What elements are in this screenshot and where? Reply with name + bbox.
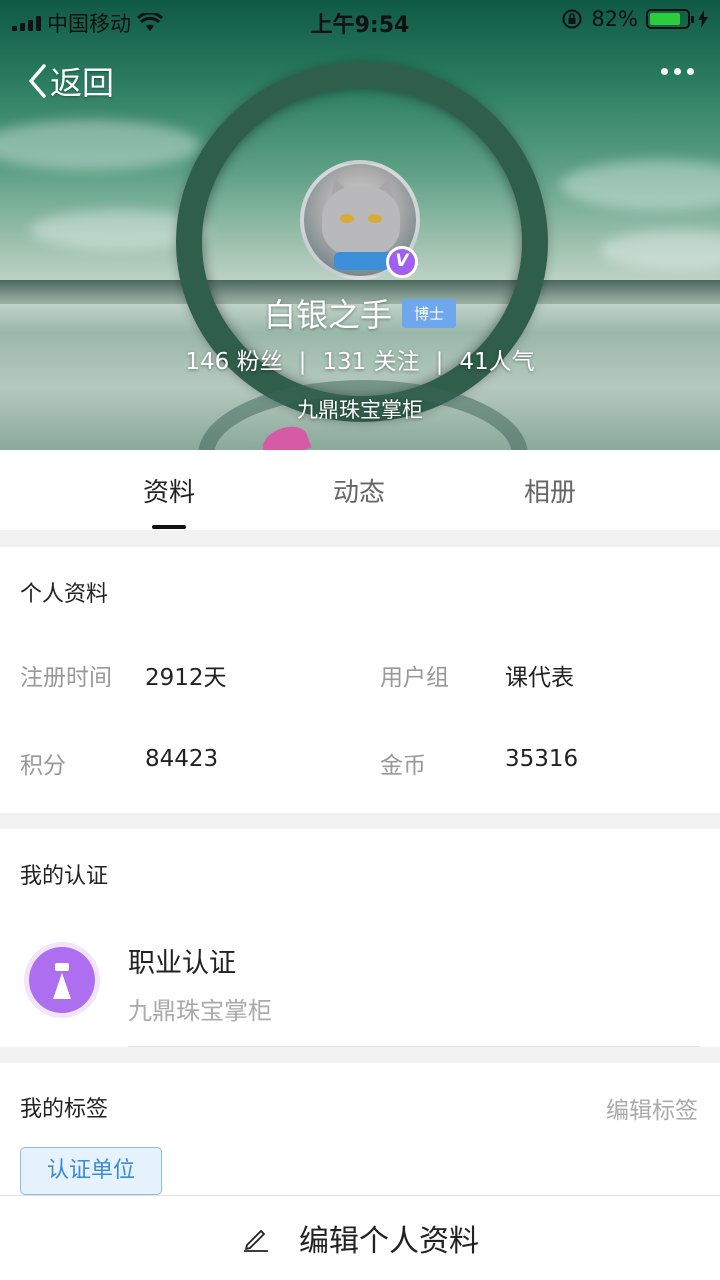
tab-profile[interactable]: 资料 — [119, 472, 219, 509]
pencil-icon — [244, 1230, 268, 1252]
field-value-register-time: 2912天 — [145, 665, 227, 691]
fans-count[interactable]: 146 粉丝 — [185, 349, 282, 375]
rotation-lock-icon — [562, 9, 582, 29]
tab-album[interactable]: 相册 — [500, 472, 600, 509]
field-value-user-group: 课代表 — [505, 665, 574, 691]
tab-activity[interactable]: 动态 — [309, 472, 409, 509]
tab-active-indicator — [152, 525, 186, 529]
back-button[interactable]: 返回 — [26, 58, 114, 104]
cert-subtitle: 九鼎珠宝掌柜 — [128, 997, 272, 1025]
status-bar: 中国移动 上午9:54 82% — [0, 0, 720, 40]
battery-icon — [646, 9, 694, 29]
certification-card: 我的认证 职业认证 九鼎珠宝掌柜 — [0, 829, 720, 1047]
profile-stats: 146 粉丝 | 131 关注 | 41人气 — [0, 342, 720, 376]
verified-badge: V — [386, 246, 418, 278]
section-title-personal-info: 个人资料 — [20, 582, 109, 607]
organization: 九鼎珠宝掌柜 — [297, 398, 423, 422]
section-title-certification: 我的认证 — [20, 864, 109, 889]
charging-icon — [698, 10, 708, 28]
profile-tabs: 资料 动态 相册 — [0, 450, 720, 530]
more-dots-icon — [661, 68, 668, 75]
username: 白银之手 — [263, 296, 392, 334]
following-count[interactable]: 131 关注 — [322, 349, 419, 375]
more-button[interactable] — [661, 68, 694, 75]
personal-info-card: 个人资料 注册时间 2912天 用户组 课代表 积分 84423 金币 3531… — [0, 547, 720, 813]
section-title-tags: 我的标签 — [20, 1097, 109, 1122]
stats-separator: | — [298, 349, 307, 375]
field-value-points: 84423 — [145, 746, 219, 772]
edit-profile-label: 编辑个人资料 — [299, 1224, 479, 1259]
back-label: 返回 — [50, 64, 115, 102]
battery-percent: 82% — [591, 7, 638, 31]
field-label-points: 积分 — [20, 753, 66, 779]
field-label-user-group: 用户组 — [380, 665, 449, 691]
edit-tags-link[interactable]: 编辑标签 — [606, 1091, 698, 1125]
cert-title[interactable]: 职业认证 — [128, 941, 236, 980]
tags-card: 我的标签 编辑标签 认证单位 — [0, 1063, 720, 1195]
divider — [128, 1046, 700, 1047]
chevron-left-icon — [29, 64, 46, 98]
field-label-register-time: 注册时间 — [20, 665, 112, 691]
stats-separator: | — [435, 349, 444, 375]
tag-chip[interactable]: 认证单位 — [20, 1147, 163, 1195]
edit-profile-button[interactable]: 编辑个人资料 — [0, 1195, 720, 1280]
field-value-coins: 35316 — [505, 746, 579, 772]
necktie-icon — [24, 942, 100, 1018]
field-label-coins: 金币 — [380, 753, 426, 779]
popularity-count: 41人气 — [459, 349, 535, 375]
rank-badge: 博士 — [402, 298, 457, 328]
